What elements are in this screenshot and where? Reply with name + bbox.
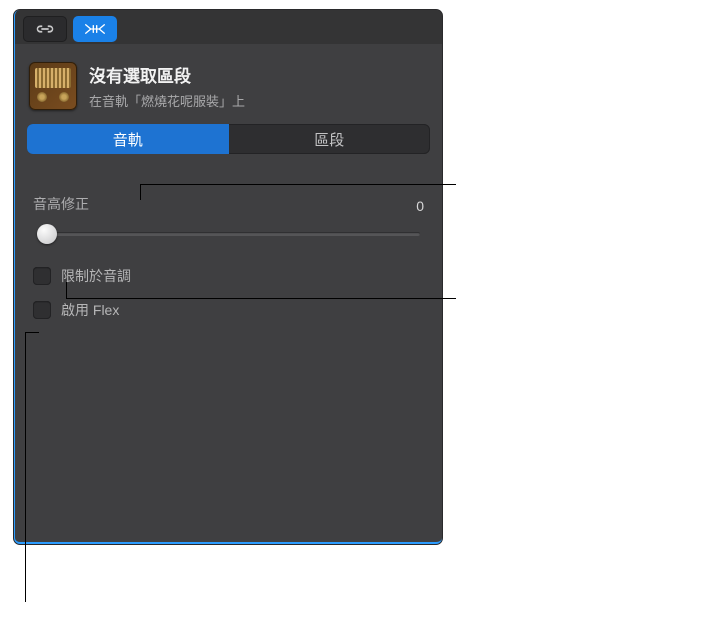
callout-line	[25, 332, 26, 602]
enable-flex-checkbox[interactable]	[33, 301, 51, 319]
enable-flex-label: 啟用 Flex	[61, 300, 119, 320]
limit-to-key-checkbox[interactable]	[33, 267, 51, 285]
tab-track[interactable]: 音軌	[27, 124, 229, 154]
limit-to-key-row[interactable]: 限制於音調	[33, 266, 424, 286]
merge-icon	[84, 22, 106, 36]
callout-line	[140, 184, 141, 200]
callout-line	[66, 298, 456, 299]
inspector-panel: 沒有選取區段 在音軌「燃燒花呢服裝」上 音軌 區段 音高修正 0 限制於音調 啟…	[14, 10, 442, 544]
slider-thumb[interactable]	[37, 224, 57, 244]
selection-subtitle: 在音軌「燃燒花呢服裝」上	[89, 91, 245, 110]
selection-title: 沒有選取區段	[89, 62, 245, 87]
enable-flex-row[interactable]: 啟用 Flex	[33, 300, 424, 320]
track-header: 沒有選取區段 在音軌「燃燒花呢服裝」上	[15, 44, 442, 124]
callout-line	[66, 282, 67, 298]
limit-to-key-label: 限制於音調	[61, 266, 131, 286]
pitch-correction-value: 0	[416, 198, 424, 214]
track-region-segmented: 音軌 區段	[27, 124, 430, 154]
loop-mode-button[interactable]	[23, 16, 67, 42]
pitch-correction-label: 音高修正	[33, 194, 89, 214]
merge-button[interactable]	[73, 16, 117, 42]
callout-line	[25, 332, 39, 333]
track-amp-icon	[29, 62, 77, 110]
link-icon	[34, 22, 56, 36]
pitch-correction-slider[interactable]	[33, 222, 424, 246]
tab-region[interactable]: 區段	[229, 124, 431, 154]
callout-line	[140, 184, 456, 185]
pitch-correction-row: 音高修正 0	[33, 194, 424, 214]
toolbar	[15, 10, 442, 44]
